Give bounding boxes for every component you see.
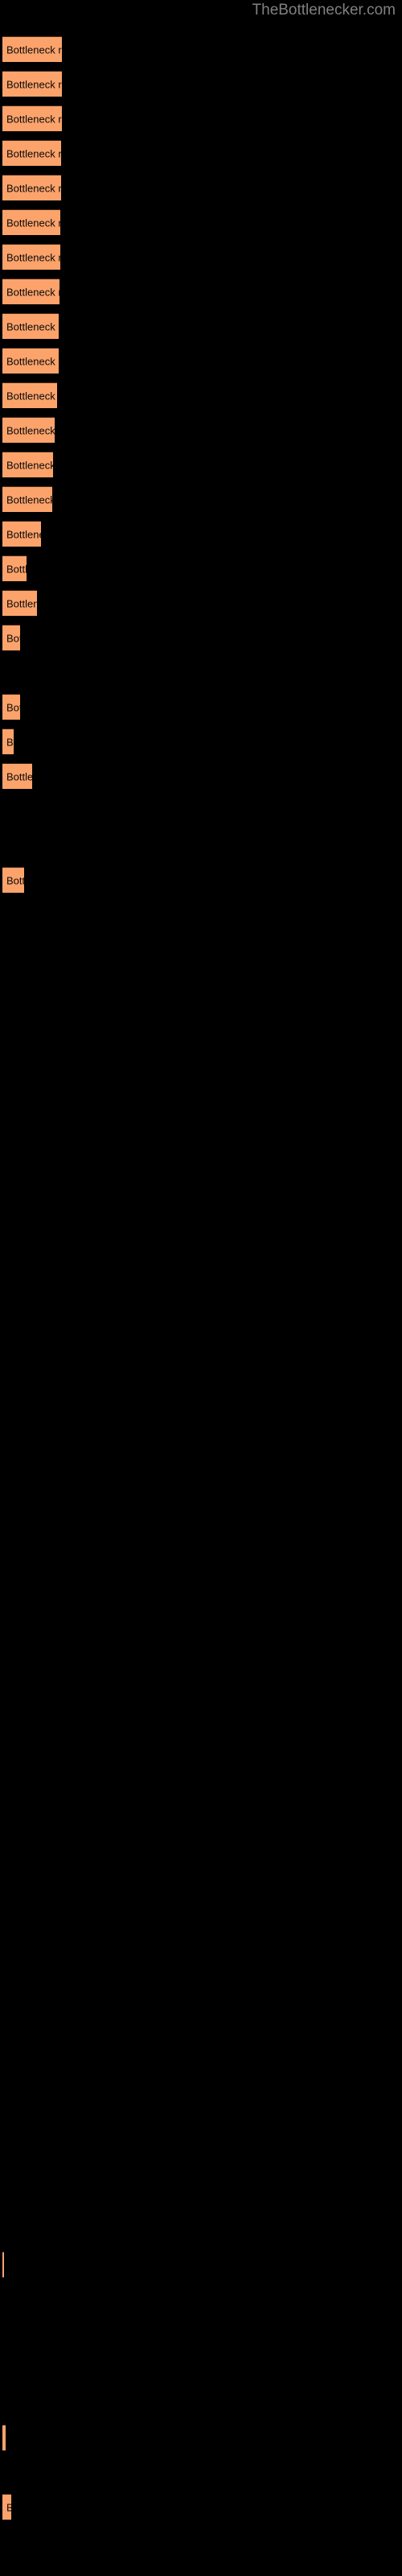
- bar-12[interactable]: Bottleneck result: [2, 417, 55, 443]
- bar-label: Bottleneck result: [6, 632, 20, 644]
- bar-25[interactable]: Bottleneck result: [2, 867, 24, 893]
- bar-2[interactable]: Bottleneck result: [2, 71, 62, 97]
- bar-label: Bottleneck result: [6, 597, 37, 609]
- bar-22[interactable]: Bottleneck result: [2, 763, 32, 789]
- bar-72[interactable]: Bottleneck result: [2, 2494, 11, 2520]
- bar-label: Bottleneck result: [6, 736, 14, 748]
- bar-label: Bottleneck result: [6, 2501, 11, 2513]
- bar-65[interactable]: Bottleneck result: [2, 2252, 4, 2277]
- bar-label: Bottleneck result: [6, 770, 32, 782]
- bar-label: Bottleneck result: [6, 528, 41, 540]
- chart-canvas: TheBottlenecker.com Bottleneck result Bot…: [0, 0, 402, 2576]
- bar-17[interactable]: Bottleneck result: [2, 590, 37, 616]
- bar-3[interactable]: Bottleneck result: [2, 105, 62, 131]
- bar-20[interactable]: Bottleneck result: [2, 694, 20, 720]
- bar-label: Bottleneck result: [6, 874, 24, 886]
- bar-8[interactable]: Bottleneck result: [2, 279, 59, 304]
- bar-10[interactable]: Bottleneck result: [2, 348, 59, 374]
- bar-label: Bottleneck result: [6, 390, 57, 402]
- bar-4[interactable]: Bottleneck result: [2, 140, 61, 166]
- bar-label: Bottleneck result: [6, 355, 59, 367]
- bar-label: Bottleneck result: [6, 286, 59, 298]
- bar-1[interactable]: Bottleneck result: [2, 36, 62, 62]
- bar-21[interactable]: Bottleneck result: [2, 729, 14, 754]
- bar-14[interactable]: Bottleneck result: [2, 486, 52, 512]
- site-title: TheBottlenecker.com: [252, 2, 396, 19]
- bar-label: Bottleneck result: [6, 424, 55, 436]
- bar-label: Bottleneck result: [6, 459, 53, 471]
- bar-label: Bottleneck result: [6, 78, 62, 90]
- bar-16[interactable]: Bottleneck result: [2, 555, 27, 581]
- bar-label: Bottleneck result: [6, 563, 27, 575]
- bar-label: Bottleneck result: [6, 320, 59, 332]
- bar-7[interactable]: Bottleneck result: [2, 244, 60, 270]
- bar-label: Bottleneck result: [6, 147, 61, 159]
- bar-label: Bottleneck result: [6, 43, 62, 56]
- bar-6[interactable]: Bottleneck result: [2, 209, 60, 235]
- bar-18[interactable]: Bottleneck result: [2, 625, 20, 650]
- bar-label: Bottleneck result: [6, 493, 52, 506]
- bar-label: Bottleneck result: [6, 113, 62, 125]
- bar-5[interactable]: Bottleneck result: [2, 175, 61, 200]
- bar-11[interactable]: Bottleneck result: [2, 382, 57, 408]
- bar-15[interactable]: Bottleneck result: [2, 521, 41, 547]
- bar-label: Bottleneck result: [6, 701, 20, 713]
- bar-70[interactable]: Bottleneck result: [2, 2425, 6, 2450]
- bar-label: Bottleneck result: [6, 217, 60, 229]
- bar-label: Bottleneck result: [6, 182, 61, 194]
- bar-9[interactable]: Bottleneck result: [2, 313, 59, 339]
- bar-13[interactable]: Bottleneck result: [2, 452, 53, 477]
- bar-label: Bottleneck result: [6, 251, 60, 263]
